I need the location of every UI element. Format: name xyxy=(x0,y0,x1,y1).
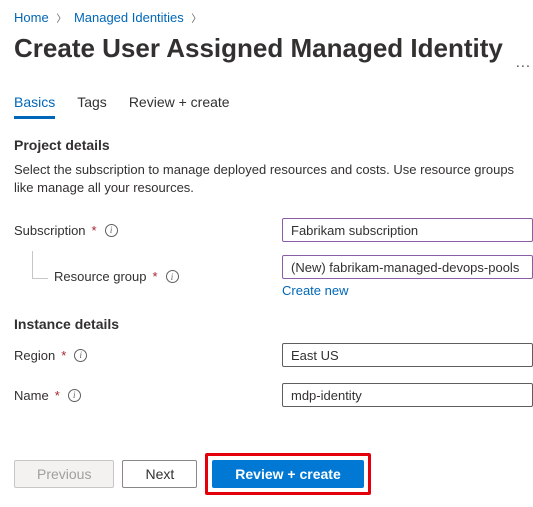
previous-button: Previous xyxy=(14,460,114,488)
project-details-description: Select the subscription to manage deploy… xyxy=(14,161,533,197)
info-icon[interactable]: i xyxy=(74,349,87,362)
tab-tags[interactable]: Tags xyxy=(77,94,107,119)
breadcrumb-managed-identities[interactable]: Managed Identities xyxy=(74,10,184,25)
tree-connector-icon xyxy=(32,251,48,279)
info-icon[interactable]: i xyxy=(68,389,81,402)
project-details-heading: Project details xyxy=(14,137,533,153)
subscription-input[interactable] xyxy=(282,218,533,242)
name-label: Name xyxy=(14,388,49,403)
resource-group-label: Resource group xyxy=(54,269,147,284)
region-label: Region xyxy=(14,348,55,363)
create-new-link[interactable]: Create new xyxy=(282,283,348,298)
breadcrumb: Home 〉 Managed Identities 〉 xyxy=(14,10,533,31)
region-input[interactable] xyxy=(282,343,533,367)
name-input[interactable] xyxy=(282,383,533,407)
footer-actions: Previous Next Review + create xyxy=(14,453,371,495)
tab-review-create[interactable]: Review + create xyxy=(129,94,230,119)
required-icon: * xyxy=(92,223,97,238)
highlight-annotation: Review + create xyxy=(205,453,370,495)
breadcrumb-home[interactable]: Home xyxy=(14,10,49,25)
tab-basics[interactable]: Basics xyxy=(14,94,55,119)
page-title: Create User Assigned Managed Identity xyxy=(14,33,503,64)
required-icon: * xyxy=(153,269,158,284)
next-button[interactable]: Next xyxy=(122,460,197,488)
chevron-right-icon: 〉 xyxy=(52,10,70,25)
resource-group-input[interactable] xyxy=(282,255,533,279)
subscription-label: Subscription xyxy=(14,223,86,238)
tab-bar: Basics Tags Review + create xyxy=(14,94,533,119)
instance-details-heading: Instance details xyxy=(14,316,533,332)
info-icon[interactable]: i xyxy=(105,224,118,237)
required-icon: * xyxy=(55,388,60,403)
info-icon[interactable]: i xyxy=(166,270,179,283)
more-icon[interactable]: … xyxy=(515,54,532,72)
chevron-right-icon: 〉 xyxy=(187,10,205,25)
review-create-button[interactable]: Review + create xyxy=(212,460,363,488)
required-icon: * xyxy=(61,348,66,363)
